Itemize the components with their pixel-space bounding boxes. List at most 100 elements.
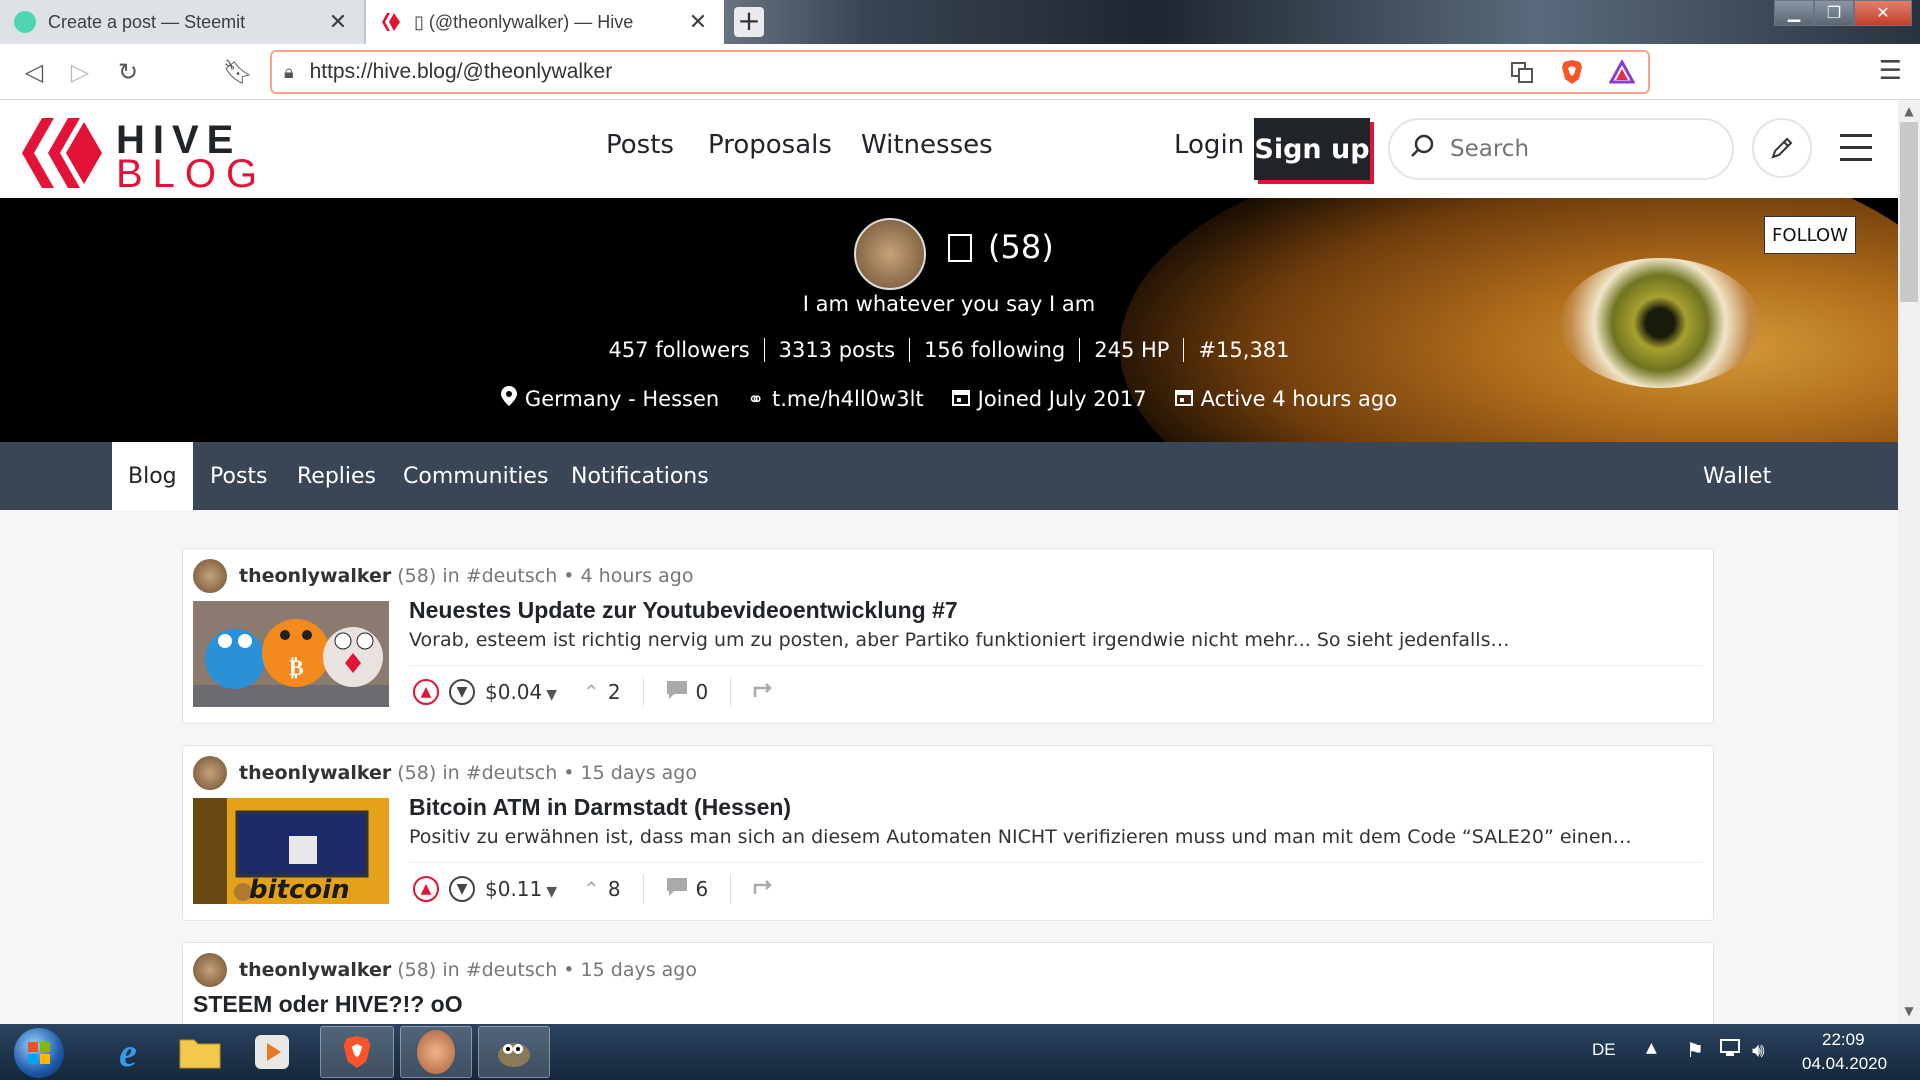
windows-logo-icon	[28, 1042, 50, 1064]
upvote-icon[interactable]: ▲	[413, 679, 439, 705]
close-window-icon[interactable]: ✕	[1854, 0, 1912, 26]
url-bar[interactable]: 🔒︎ https://hive.blog/@theonlywalker	[270, 50, 1650, 94]
payout[interactable]: $0.11 ▼	[485, 877, 557, 901]
search-box[interactable]	[1388, 118, 1734, 180]
comment-icon[interactable]	[666, 877, 688, 902]
author-name[interactable]: theonlywalker	[239, 565, 391, 587]
taskbar-ie-icon[interactable]: e	[96, 1028, 160, 1076]
close-tab-icon[interactable]: ✕	[686, 9, 710, 35]
scrollbar-thumb[interactable]	[1900, 122, 1918, 302]
minimize-icon[interactable]: ▁	[1774, 0, 1814, 26]
post-thumbnail[interactable]: ₿	[193, 601, 389, 707]
author-avatar[interactable]	[193, 559, 227, 593]
separator	[730, 677, 732, 707]
nav-posts[interactable]: Posts	[606, 130, 674, 160]
tab-notifications[interactable]: Notifications	[571, 442, 709, 510]
taskbar-media-player-icon[interactable]	[240, 1028, 304, 1076]
login-link[interactable]: Login	[1174, 130, 1244, 160]
url-text[interactable]: https://hive.blog/@theonlywalker	[310, 60, 1486, 84]
comment-count[interactable]: 0	[696, 680, 709, 704]
scroll-down-icon[interactable]: ▼	[1900, 1004, 1918, 1018]
follow-button[interactable]: FOLLOW	[1764, 216, 1856, 254]
create-post-pencil-icon[interactable]	[1752, 118, 1812, 178]
start-button[interactable]	[14, 1028, 64, 1078]
downvote-icon[interactable]: ▼	[449, 876, 475, 902]
author-name[interactable]: theonlywalker	[239, 959, 391, 981]
close-tab-icon[interactable]: ✕	[326, 9, 350, 35]
search-input[interactable]	[1450, 136, 1700, 162]
action-center-flag-icon[interactable]: ⚑	[1686, 1038, 1704, 1062]
website-link[interactable]: t.me/h4ll0w3lt	[772, 387, 924, 411]
post-excerpt[interactable]: Vorab, esteem ist richtig nervig um zu p…	[409, 629, 1510, 651]
scroll-up-icon[interactable]: ▲	[1900, 104, 1918, 118]
post-excerpt[interactable]: Positiv zu erwähnen ist, dass man sich a…	[409, 826, 1632, 848]
bookmark-icon[interactable]: 🔖︎	[222, 58, 254, 86]
author-avatar[interactable]	[193, 953, 227, 987]
payout[interactable]: $0.04 ▼	[485, 680, 557, 704]
following-count[interactable]: 156 following	[910, 338, 1081, 362]
post-header: theonlywalker (58) in #deutsch • 4 hours…	[193, 559, 693, 593]
reload-icon[interactable]: ↻	[112, 58, 144, 86]
active-text: Active 4 hours ago	[1200, 386, 1398, 411]
tab-posts[interactable]: Posts	[210, 442, 268, 510]
maximize-icon[interactable]: ❐	[1814, 0, 1854, 26]
community-tag[interactable]: #deutsch	[466, 762, 558, 784]
post-title[interactable]: Bitcoin ATM in Darmstadt (Hessen)	[409, 794, 791, 821]
post-title[interactable]: Neuestes Update zur Youtubevideoentwickl…	[409, 597, 958, 624]
tray-expand-icon[interactable]: ▲	[1646, 1040, 1657, 1056]
tab-wallet[interactable]: Wallet	[1703, 442, 1771, 510]
brave-rewards-icon[interactable]	[1608, 58, 1636, 86]
profile-avatar[interactable]	[854, 218, 926, 290]
profile-active: Active 4 hours ago	[1174, 386, 1398, 411]
tab-title: ▯ (@theonlywalker) — Hive	[414, 11, 634, 32]
hive-blog-logo[interactable]: HIVE BLOG	[22, 118, 262, 196]
author-rep: (58)	[397, 959, 437, 981]
taskbar-gimp-icon[interactable]	[478, 1026, 550, 1078]
vote-count[interactable]: 8	[608, 877, 621, 901]
taskbar-explorer-icon[interactable]	[168, 1028, 232, 1076]
volume-icon[interactable]: 🔊︎	[1752, 1038, 1765, 1062]
profile-website[interactable]: ⚭ t.me/h4ll0w3lt	[747, 386, 923, 411]
browser-tab-steemit[interactable]: Create a post — Steemit ✕	[0, 0, 364, 44]
forward-icon[interactable]: ▷	[64, 58, 96, 86]
translate-icon[interactable]	[1508, 58, 1536, 86]
taskbar-brave-icon[interactable]	[320, 1026, 394, 1078]
nav-proposals[interactable]: Proposals	[708, 130, 832, 160]
tab-replies[interactable]: Replies	[297, 442, 376, 510]
blog-feed: theonlywalker (58) in #deutsch • 4 hours…	[0, 510, 1898, 1024]
brave-shield-icon[interactable]	[1558, 58, 1586, 86]
comment-icon[interactable]	[666, 680, 688, 705]
chevron-down-icon: ▼	[546, 884, 558, 900]
comment-count[interactable]: 6	[696, 877, 709, 901]
post-title[interactable]: STEEM oder HIVE?!? oO	[193, 991, 463, 1018]
windows-taskbar: e DE ▲ ⚑ 🔊︎ 22:09 04.04.2020	[0, 1024, 1920, 1080]
post-thumbnail[interactable]: bitcoin	[193, 798, 389, 905]
community-tag[interactable]: #deutsch	[466, 565, 558, 587]
upvote-icon[interactable]: ▲	[413, 876, 439, 902]
reblog-icon[interactable]	[753, 877, 775, 901]
author-name[interactable]: theonlywalker	[239, 762, 391, 784]
post-time: • 15 days ago	[563, 959, 697, 981]
tab-blog[interactable]: Blog	[112, 442, 193, 510]
network-icon[interactable]	[1718, 1036, 1742, 1064]
clock-time[interactable]: 22:09	[1822, 1030, 1865, 1050]
author-avatar[interactable]	[193, 756, 227, 790]
nav-witnesses[interactable]: Witnesses	[861, 130, 993, 160]
browser-tab-strip: Create a post — Steemit ✕ ▯ (@theonlywal…	[0, 0, 1920, 44]
downvote-icon[interactable]: ▼	[449, 679, 475, 705]
vote-count[interactable]: 2	[608, 680, 621, 704]
reblog-icon[interactable]	[753, 680, 775, 704]
new-tab-button[interactable]: +	[734, 7, 764, 37]
posts-count: 3313 posts	[765, 338, 911, 362]
clock-date[interactable]: 04.04.2020	[1802, 1054, 1887, 1074]
community-tag[interactable]: #deutsch	[466, 959, 558, 981]
language-indicator[interactable]: DE	[1592, 1040, 1616, 1060]
tab-communities[interactable]: Communities	[403, 442, 548, 510]
browser-tab-hive[interactable]: ▯ (@theonlywalker) — Hive ✕	[366, 0, 724, 44]
signup-button[interactable]: Sign up	[1254, 118, 1370, 180]
back-icon[interactable]: ◁	[18, 58, 50, 86]
taskbar-app-face-icon[interactable]	[400, 1026, 472, 1078]
hamburger-menu-icon[interactable]	[1840, 134, 1872, 170]
browser-menu-icon[interactable]: ☰	[1879, 56, 1902, 86]
followers-count[interactable]: 457 followers	[594, 338, 765, 362]
